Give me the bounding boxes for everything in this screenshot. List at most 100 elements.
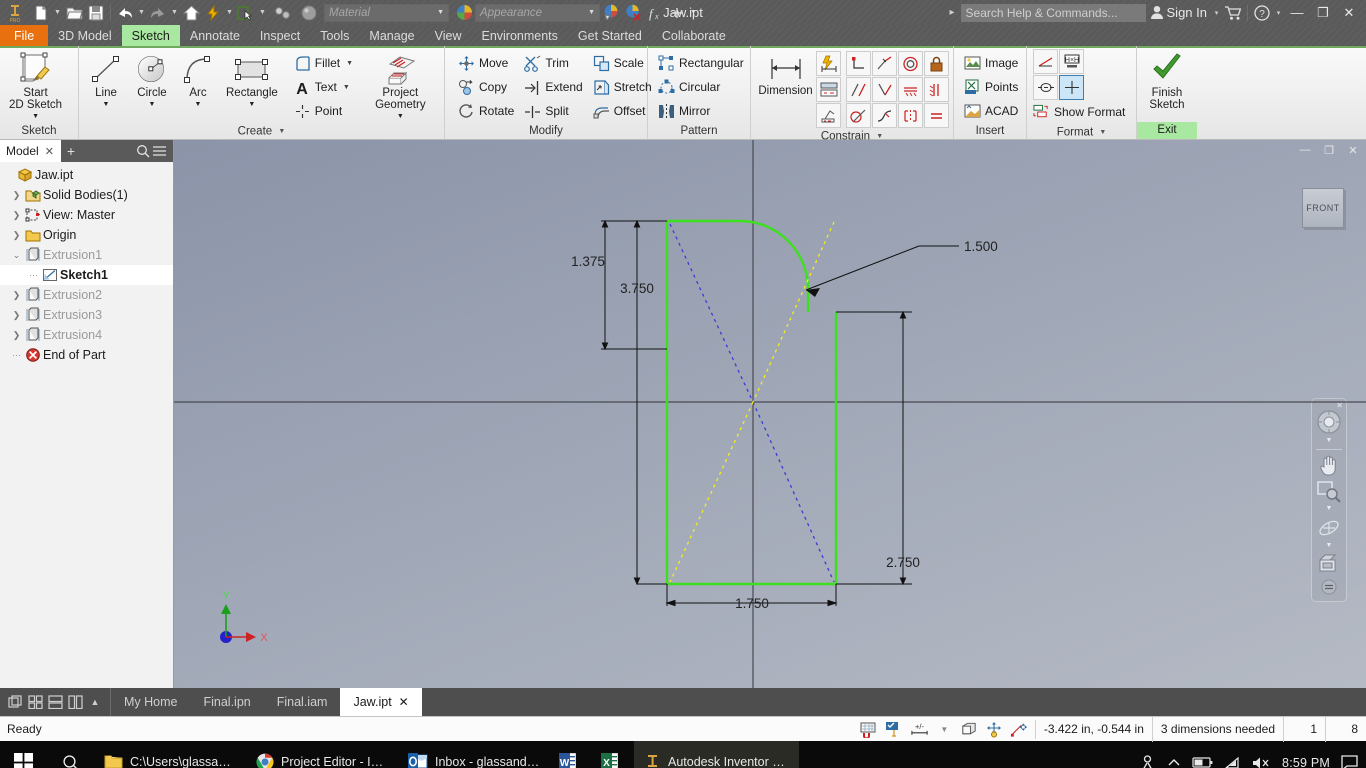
customize-quick-access-caret[interactable]: ▼	[688, 2, 699, 24]
sign-in-caret[interactable]: ▾	[1211, 2, 1222, 24]
help-question-icon[interactable]: ?	[1251, 2, 1273, 24]
window-close-button[interactable]: ✕	[1336, 1, 1362, 25]
rectangular-pattern-button[interactable]: Rectangular	[653, 51, 749, 75]
cascade-windows-icon[interactable]	[6, 693, 24, 711]
perpendicular-constraint-icon[interactable]	[872, 77, 897, 102]
redo-caret[interactable]: ▼	[169, 2, 180, 24]
tree-expander[interactable]: ⌄	[10, 250, 23, 261]
sketch-canvas[interactable]: — ❐ ✕ FRONT ✕ ▼ ▼ ▼ 1.375 3.750 1.500 2.…	[174, 140, 1366, 688]
tab-view[interactable]: View	[425, 25, 472, 46]
tree-node-origin[interactable]: ❯ Origin	[0, 225, 173, 245]
window-restore-button[interactable]: ❐	[1310, 1, 1336, 25]
text-caret[interactable]: ▼	[343, 84, 350, 91]
collinear-constraint-icon[interactable]	[872, 51, 897, 76]
taskbar-search-icon[interactable]	[47, 741, 94, 768]
document-tab-final-ipn[interactable]: Final.ipn	[190, 688, 263, 716]
search-icon[interactable]	[136, 144, 150, 158]
people-icon[interactable]	[1139, 754, 1156, 768]
tree-node-extrusion4[interactable]: ❯ Extrusion4	[0, 325, 173, 345]
browser-tab-model[interactable]: Model ✕	[0, 140, 61, 162]
color-palette-icon[interactable]	[600, 2, 622, 24]
action-center-icon[interactable]	[1341, 754, 1358, 768]
dof-icon[interactable]	[985, 720, 1004, 739]
rectangle-button[interactable]: Rectangle ▼	[221, 49, 283, 111]
return-button[interactable]	[268, 2, 298, 24]
tab-annotate[interactable]: Annotate	[180, 25, 250, 46]
canvas-minimize-button[interactable]: —	[1294, 142, 1316, 158]
material-sphere-icon[interactable]	[298, 2, 320, 24]
mirror-button[interactable]: Mirror	[653, 99, 749, 123]
finish-sketch-button[interactable]: Finish Sketch	[1144, 49, 1190, 111]
circle-caret[interactable]: ▼	[137, 99, 166, 111]
sign-in-button[interactable]: Sign In	[1146, 5, 1211, 20]
volume-muted-icon[interactable]	[1252, 756, 1271, 768]
constraint-point-icon[interactable]	[1010, 720, 1029, 739]
coincident-constraint-icon[interactable]	[846, 51, 871, 76]
taskbar-item-excel[interactable]: X	[592, 741, 634, 768]
scroll-up-icon[interactable]: ▲	[86, 693, 104, 711]
document-tab-jaw-ipt[interactable]: Jaw.ipt ✕	[340, 688, 422, 716]
new-document-button[interactable]	[30, 2, 52, 24]
concentric-constraint-icon[interactable]	[898, 51, 923, 76]
tree-expander[interactable]: ❯	[10, 210, 23, 221]
undo-caret[interactable]: ▼	[136, 2, 147, 24]
offset-button[interactable]: Offset	[588, 99, 657, 123]
extend-button[interactable]: Extend	[519, 75, 587, 99]
tab-inspect[interactable]: Inspect	[250, 25, 310, 46]
taskbar-item-word[interactable]: W	[550, 741, 592, 768]
tree-node-view-master[interactable]: ❯ View: Master	[0, 205, 173, 225]
show-format-button[interactable]: Show Format	[1033, 100, 1130, 124]
constraint-settings-icon[interactable]	[816, 77, 841, 102]
fix-constraint-icon[interactable]	[924, 51, 949, 76]
smooth-constraint-icon[interactable]	[872, 103, 897, 128]
tab-get-started[interactable]: Get Started	[568, 25, 652, 46]
tree-node-extrusion2[interactable]: ❯ Extrusion2	[0, 285, 173, 305]
parallel-constraint-icon[interactable]	[846, 77, 871, 102]
scale-button[interactable]: Scale	[588, 51, 657, 75]
home-view-button[interactable]	[180, 2, 202, 24]
tab-tools[interactable]: Tools	[310, 25, 359, 46]
new-document-caret[interactable]: ▼	[52, 2, 63, 24]
fillet-caret[interactable]: ▼	[346, 60, 353, 67]
center-point-icon[interactable]	[1059, 75, 1084, 100]
insert-acad-button[interactable]: ACAD	[959, 99, 1023, 123]
tab-collaborate[interactable]: Collaborate	[652, 25, 736, 46]
tree-node-solid-bodies[interactable]: ❯ Solid Bodies(1)	[0, 185, 173, 205]
tab-environments[interactable]: Environments	[471, 25, 567, 46]
trim-button[interactable]: Trim	[519, 51, 587, 75]
start-2d-sketch-caret[interactable]: ▼	[9, 111, 62, 123]
insert-points-button[interactable]: Points	[959, 75, 1023, 99]
taskbar-item-explorer[interactable]: C:\Users\glassand\Pi...	[94, 741, 246, 768]
tree-expander[interactable]: ❯	[10, 290, 23, 301]
undo-button[interactable]	[114, 2, 136, 24]
show-constraints-icon[interactable]	[816, 103, 841, 128]
rectangle-caret[interactable]: ▼	[226, 99, 278, 111]
split-button[interactable]: Split	[519, 99, 587, 123]
taskbar-item-inventor[interactable]: Autodesk Inventor Pr...	[634, 741, 799, 768]
tree-node-jaw-ipt[interactable]: Jaw.ipt	[0, 165, 173, 185]
tree-node-extrusion3[interactable]: ❯ Extrusion3	[0, 305, 173, 325]
appearance-dropdown[interactable]: Appearance ▼	[475, 3, 600, 22]
snap-to-grid-icon[interactable]	[860, 720, 879, 739]
tab-file[interactable]: File	[0, 25, 49, 46]
create-panel-expand-caret[interactable]: ▼	[275, 128, 285, 135]
fillet-button[interactable]: Fillet ▼	[289, 51, 358, 75]
auto-dimension-icon[interactable]	[816, 51, 841, 76]
tree-expander[interactable]: ❯	[10, 190, 23, 201]
tree-expander[interactable]: ❯	[10, 230, 23, 241]
taskbar-clock[interactable]: 8:59 PM	[1282, 756, 1330, 768]
vertical-constraint-icon[interactable]	[924, 77, 949, 102]
tab-3d-model[interactable]: 3D Model	[48, 25, 122, 46]
shopping-cart-icon[interactable]	[1222, 2, 1244, 24]
tab-sketch[interactable]: Sketch	[121, 25, 180, 46]
select-caret[interactable]: ▼	[257, 2, 268, 24]
centerline-icon[interactable]	[1033, 75, 1058, 100]
caret-down-icon[interactable]: ▼	[935, 720, 954, 739]
circular-pattern-button[interactable]: Circular	[653, 75, 749, 99]
windows-start-icon[interactable]	[0, 741, 47, 768]
start-2d-sketch-button[interactable]: Start 2D Sketch ▼	[4, 49, 67, 123]
tab-manage[interactable]: Manage	[359, 25, 424, 46]
document-tab-my-home[interactable]: My Home	[111, 688, 190, 716]
driven-dimension-icon[interactable]: H×H	[1059, 49, 1084, 74]
window-minimize-button[interactable]: —	[1284, 1, 1310, 25]
